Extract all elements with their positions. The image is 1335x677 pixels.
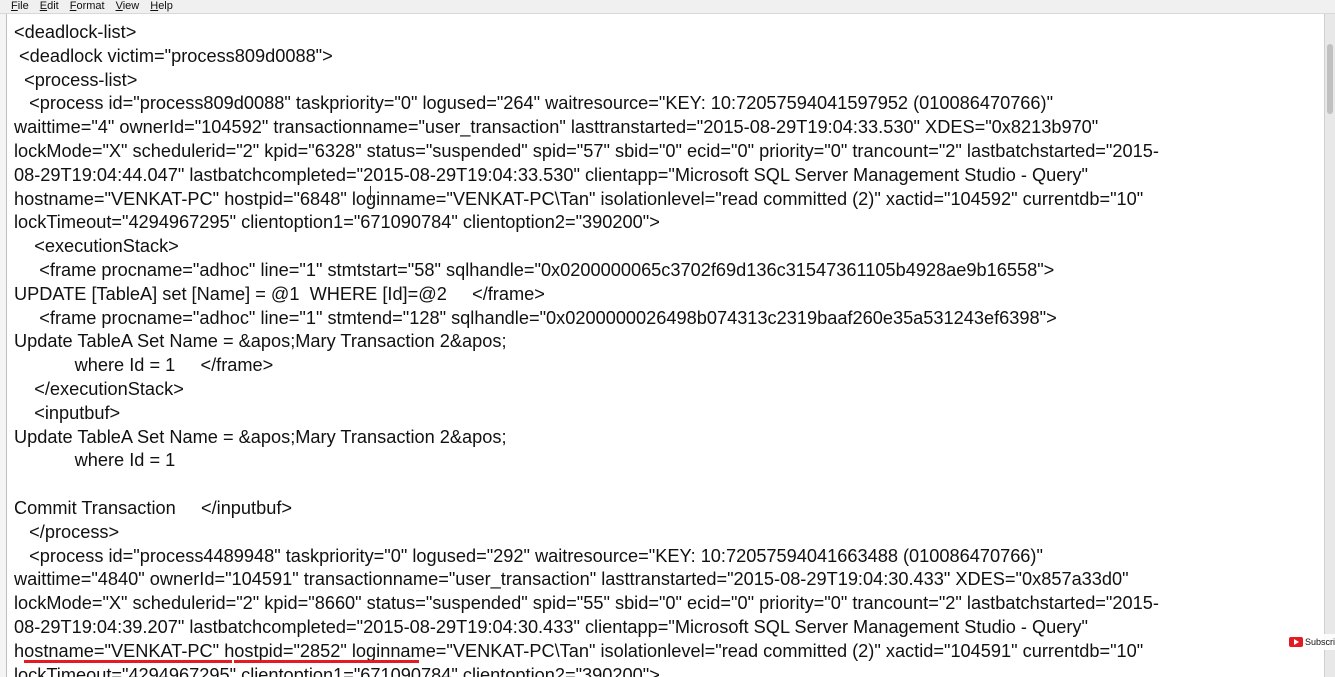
menu-help[interactable]: Help	[150, 0, 173, 12]
hostname-underline	[24, 660, 232, 663]
hostpid-underline	[234, 660, 419, 663]
document-line: <frame procname="adhoc" line="1" stmtsta…	[14, 259, 1055, 280]
document-line: where Id = 1	[14, 450, 176, 471]
document-line: <process id="process4489948" taskpriorit…	[14, 545, 1043, 566]
document-line: <deadlock-list>	[14, 22, 137, 42]
subscribe-overlay[interactable]: Subscri	[1288, 634, 1335, 650]
subscribe-label: Subscri	[1304, 637, 1335, 647]
document-line: lockMode="X" schedulerid="2" kpid="8660"…	[14, 593, 1159, 614]
document-line: UPDATE [TableA] set [Name] = @1 WHERE [I…	[14, 283, 545, 304]
document-line: lockTimeout="4294967295" clientoption1="…	[14, 212, 660, 233]
vertical-scrollbar[interactable]	[1324, 14, 1335, 677]
document-line: 08-29T19:04:44.047" lastbatchcompleted="…	[14, 164, 1088, 185]
document-text[interactable]: <deadlock-list> <deadlock victim="proces…	[14, 21, 1324, 677]
document-line: hostname="VENKAT-PC" hostpid="6848" logi…	[14, 188, 1144, 209]
document-line: Update TableA Set Name = &apos;Mary Tran…	[14, 426, 507, 447]
scrollbar-thumb[interactable]	[1327, 44, 1333, 114]
editor-border	[0, 14, 7, 677]
document-line: where Id = 1 </frame>	[14, 355, 274, 376]
document-line: waittime="4" ownerId="104592" transactio…	[14, 117, 1099, 138]
document-line: <process-list>	[14, 69, 138, 90]
document-line: <inputbuf>	[14, 402, 121, 423]
document-line: <deadlock victim="process809d0088">	[14, 45, 333, 66]
document-line: 08-29T19:04:39.207" lastbatchcompleted="…	[14, 616, 1088, 637]
document-line: lockMode="X" schedulerid="2" kpid="6328"…	[14, 140, 1159, 161]
document-line: waittime="4840" ownerId="104591" transac…	[14, 569, 1129, 590]
menu-view[interactable]: View	[116, 0, 140, 12]
document-line: </process>	[14, 521, 120, 542]
youtube-icon	[1288, 637, 1303, 647]
text-editor[interactable]: <deadlock-list> <deadlock victim="proces…	[0, 14, 1335, 677]
document-line: lockTimeout="4294967295" clientoption1="…	[14, 664, 660, 677]
menu-edit[interactable]: Edit	[40, 0, 59, 12]
menu-format[interactable]: Format	[70, 0, 105, 12]
document-line	[14, 473, 1324, 497]
menu-file[interactable]: File	[11, 0, 29, 12]
document-line: <frame procname="adhoc" line="1" stmtend…	[14, 307, 1057, 328]
document-line: Update TableA Set Name = &apos;Mary Tran…	[14, 331, 507, 352]
document-line: </executionStack>	[14, 378, 184, 399]
menu-bar: File Edit Format View Help	[0, 0, 1335, 14]
text-cursor	[370, 186, 371, 200]
document-line: <executionStack>	[14, 236, 179, 257]
document-line: <process id="process809d0088" taskpriori…	[14, 93, 1054, 114]
document-line: Commit Transaction </inputbuf>	[14, 497, 292, 518]
